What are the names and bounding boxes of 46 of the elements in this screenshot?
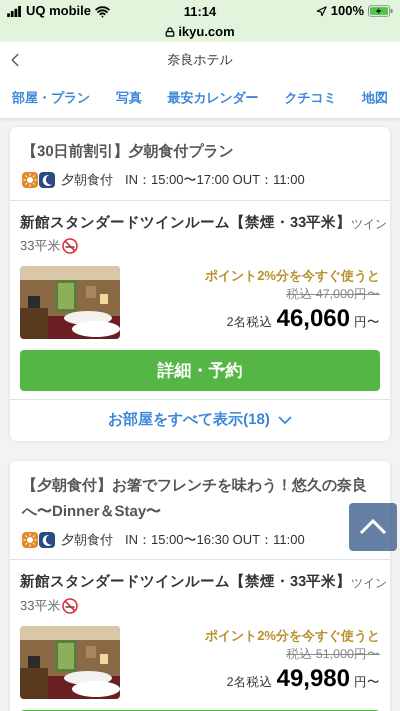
- nav-tab[interactable]: クチコミ: [284, 88, 336, 108]
- scroll-to-top-button[interactable]: [349, 503, 397, 551]
- no-smoking-icon: [62, 598, 78, 614]
- nav-tab[interactable]: 写真: [116, 88, 142, 108]
- checkin-times: IN：15:00〜17:00 OUT：11:00: [125, 171, 305, 189]
- sun-moon-icon: [22, 172, 55, 188]
- nav-tab[interactable]: 最安カレンダー: [168, 88, 258, 108]
- nav-tab[interactable]: 部屋・プラン: [12, 88, 90, 108]
- price: 49,980: [276, 664, 350, 694]
- page-title: 奈良ホテル: [168, 51, 232, 70]
- points-offer: ポイント2%分を今すぐ使うと: [205, 626, 380, 645]
- guests-label: 2名税込: [226, 674, 273, 691]
- location-arrow-icon: [316, 6, 327, 16]
- chevron-down-icon: [278, 416, 292, 424]
- battery-charging-icon: [368, 5, 393, 17]
- wifi-icon: [95, 4, 110, 18]
- room-area: 33平米: [20, 596, 60, 616]
- guests-label: 2名税込: [226, 314, 273, 331]
- show-all-rooms-link[interactable]: お部屋をすべて表示(18): [10, 398, 390, 441]
- carrier: UQ mobile: [26, 2, 92, 20]
- signal-icon: [7, 6, 22, 16]
- battery-percent: 100%: [330, 2, 364, 20]
- checkin-times: IN：15:00〜16:30 OUT：11:00: [125, 530, 305, 549]
- reserve-button[interactable]: 詳細・予約: [20, 350, 380, 391]
- room-name: 新館スタンダードツインルーム【禁煙・33平米】: [20, 214, 352, 232]
- plan-title: 【夕朝食付】お箸でフレンチを味わう！悠久の奈良へ〜Dinner＆Stay〜: [22, 476, 368, 522]
- price-unit: 円〜: [354, 314, 380, 331]
- room-type: ツイン: [351, 575, 388, 592]
- plan-title: 【30日前割引】夕朝食付プラン: [22, 142, 235, 162]
- original-price: 税込 47,000円〜: [286, 286, 380, 304]
- room-area: 33平米: [20, 236, 60, 256]
- points-offer: ポイント2%分を今すぐ使うと: [205, 266, 380, 285]
- price: 46,060: [276, 304, 350, 334]
- price-unit: 円〜: [354, 674, 380, 691]
- url: ikyu.com: [178, 23, 235, 41]
- chevron-up-icon: [359, 519, 387, 535]
- meal-label: 夕朝食付: [61, 530, 113, 549]
- lock-icon: [165, 26, 176, 37]
- sun-moon-icon: [22, 532, 55, 548]
- no-smoking-icon: [62, 238, 78, 254]
- room-type: ツイン: [351, 216, 388, 232]
- clock: 11:14: [184, 3, 216, 21]
- meal-label: 夕朝食付: [61, 171, 113, 189]
- room-name: 新館スタンダードツインルーム【禁煙・33平米】: [20, 572, 352, 592]
- original-price: 税込 51,000円〜: [286, 646, 380, 663]
- nav-tab[interactable]: 地図: [362, 88, 388, 108]
